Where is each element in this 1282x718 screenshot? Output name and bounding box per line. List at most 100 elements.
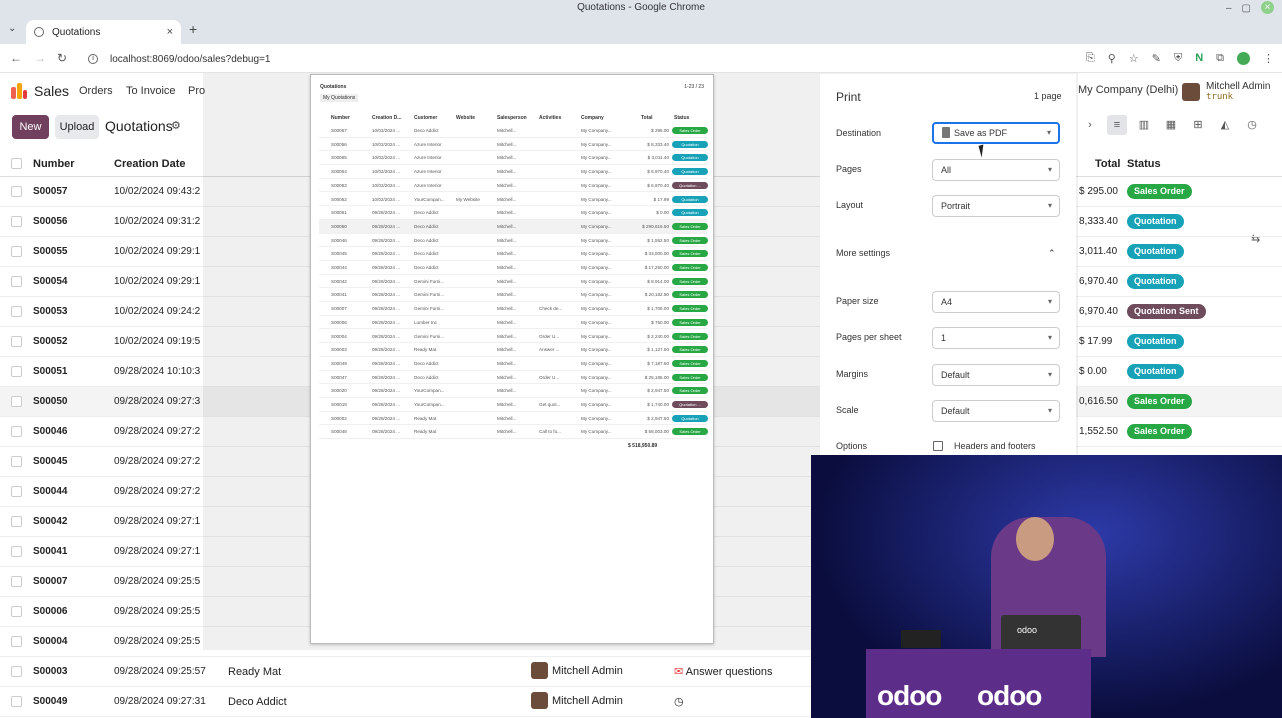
row-checkbox[interactable] bbox=[11, 456, 22, 467]
list-view-icon[interactable]: ≡ bbox=[1107, 115, 1127, 135]
order-number: S00003 bbox=[33, 666, 68, 677]
row-checkbox[interactable] bbox=[11, 336, 22, 347]
row-checkbox[interactable] bbox=[11, 666, 22, 677]
preview-total: $ 25,185.00 bbox=[644, 374, 669, 380]
row-checkbox[interactable] bbox=[11, 486, 22, 497]
preview-cell: S00048 bbox=[331, 429, 347, 435]
preview-row: S00047 09/28/2024 ... Deco Addict Mitchell.… bbox=[319, 371, 708, 385]
chevron-up-icon[interactable]: ⌃ bbox=[1048, 248, 1056, 259]
row-checkbox[interactable] bbox=[11, 516, 22, 527]
print-preview-page: Quotations 1-23 / 23 My Quotations Numbe… bbox=[310, 74, 714, 644]
preview-row: S00051 09/28/2024 ... Deco Addict Mitchell.… bbox=[319, 206, 708, 220]
row-checkbox[interactable] bbox=[11, 306, 22, 317]
shield-icon[interactable]: ⛨ bbox=[1174, 52, 1182, 65]
column-number[interactable]: Number bbox=[33, 158, 75, 170]
row-checkbox[interactable] bbox=[11, 426, 22, 437]
address-bar[interactable]: i localhost:8069/odoo/sales?debug=1 bbox=[80, 48, 1100, 70]
pivot-view-icon[interactable]: ⊞ bbox=[1188, 115, 1208, 135]
column-total[interactable]: Total bbox=[1095, 158, 1120, 170]
activity[interactable]: ✉ Answer questions bbox=[674, 665, 773, 678]
row-checkbox[interactable] bbox=[11, 276, 22, 287]
preview-cell: S00004 bbox=[331, 333, 347, 339]
back-icon[interactable]: ← bbox=[10, 51, 22, 65]
more-settings-toggle[interactable]: More settings bbox=[836, 248, 890, 258]
layout-select[interactable]: Portrait bbox=[932, 195, 1060, 217]
scale-select[interactable]: Default bbox=[932, 400, 1060, 422]
preview-total: $ 750.00 bbox=[651, 319, 669, 325]
gear-icon[interactable]: ⚙ bbox=[171, 119, 181, 132]
preview-cell: Mitchell... bbox=[497, 237, 517, 243]
calendar-view-icon[interactable]: ▦ bbox=[1161, 115, 1181, 135]
menu-to-invoice[interactable]: To Invoice bbox=[126, 85, 176, 97]
graph-view-icon[interactable]: ◭ bbox=[1215, 115, 1235, 135]
clock-icon[interactable]: ◷ bbox=[674, 695, 684, 708]
menu-orders[interactable]: Orders bbox=[79, 85, 113, 97]
creation-date: 09/28/2024 09:27:2 bbox=[114, 456, 201, 467]
preview-cell: My Company... bbox=[581, 210, 612, 216]
tab-search-icon[interactable]: ⌄ bbox=[8, 23, 16, 34]
headers-footers-label[interactable]: Headers and footers bbox=[954, 441, 1036, 451]
row-checkbox[interactable] bbox=[11, 216, 22, 227]
headers-footers-checkbox[interactable] bbox=[933, 441, 943, 451]
row-checkbox[interactable] bbox=[11, 246, 22, 257]
sales-app-icon[interactable] bbox=[11, 83, 27, 99]
row-checkbox[interactable] bbox=[11, 636, 22, 647]
preview-cell: 10/02/2024 ... bbox=[372, 128, 401, 133]
preview-total: $ 17,250.00 bbox=[644, 265, 669, 270]
browser-tab[interactable]: Quotations × bbox=[26, 20, 181, 44]
preview-status-badge: Sales Order bbox=[672, 250, 708, 258]
preview-row: S00057 10/02/2024 ... Deco Addict Mitchell.… bbox=[319, 124, 708, 138]
preview-cell: My Website bbox=[456, 196, 480, 202]
app-name[interactable]: Sales bbox=[34, 83, 69, 99]
preview-cell: Deco Addict bbox=[414, 223, 439, 229]
preview-total: $ 1,127.50 bbox=[647, 347, 669, 353]
bookmark-star-icon[interactable]: ☆ bbox=[1129, 52, 1139, 65]
reload-icon[interactable]: ↻ bbox=[57, 51, 67, 65]
install-icon[interactable]: ⎘ bbox=[1086, 52, 1095, 65]
company-switcher[interactable]: My Company (Delhi) bbox=[1078, 84, 1178, 96]
creation-date: 09/28/2024 09:25:57 bbox=[114, 666, 206, 677]
select-all-checkbox[interactable] bbox=[11, 158, 22, 169]
column-creation-date[interactable]: Creation Date bbox=[114, 158, 186, 170]
preview-cell: Mitchell... bbox=[497, 347, 517, 353]
forward-icon[interactable]: → bbox=[34, 51, 46, 65]
preview-row: S00002 09/28/2024 ... Ready Mat Mitchell...… bbox=[319, 412, 708, 426]
maximize-icon[interactable]: ▢ bbox=[1242, 1, 1251, 17]
row-checkbox[interactable] bbox=[11, 546, 22, 557]
activity-view-icon[interactable]: ◷ bbox=[1242, 115, 1262, 135]
row-checkbox[interactable] bbox=[11, 366, 22, 377]
n-extension-icon[interactable]: N bbox=[1195, 52, 1203, 65]
column-status[interactable]: Status bbox=[1127, 158, 1161, 170]
close-window-icon[interactable]: × bbox=[1261, 1, 1274, 14]
new-tab-icon[interactable]: + bbox=[189, 21, 197, 37]
pages-per-sheet-select[interactable]: 1 bbox=[932, 327, 1060, 349]
preview-total: $ 3,011.40 bbox=[647, 155, 669, 161]
minimize-icon[interactable]: – bbox=[1226, 1, 1232, 17]
site-info-icon[interactable]: i bbox=[88, 54, 98, 64]
next-page-icon[interactable]: › bbox=[1080, 115, 1100, 135]
margins-select[interactable]: Default bbox=[932, 364, 1060, 386]
user-menu[interactable]: Mitchell Admin trunk bbox=[1182, 81, 1274, 105]
zoom-icon[interactable]: ⚲ bbox=[1108, 52, 1116, 65]
row-checkbox[interactable] bbox=[11, 696, 22, 707]
preview-row: S00055 10/02/2024 ... Azure Interior Mitche… bbox=[319, 151, 708, 166]
new-button[interactable]: New bbox=[12, 115, 49, 139]
row-checkbox[interactable] bbox=[11, 606, 22, 617]
pages-select[interactable]: All bbox=[932, 159, 1060, 181]
row-checkbox[interactable] bbox=[11, 396, 22, 407]
paper-size-select[interactable]: A4 bbox=[932, 291, 1060, 313]
preview-row: S00041 09/28/2024 ... Gemini Furni... Mitch… bbox=[319, 288, 708, 303]
row-checkbox[interactable] bbox=[11, 576, 22, 587]
kebab-menu-icon[interactable]: ⋮ bbox=[1263, 52, 1274, 65]
profile-avatar-icon[interactable] bbox=[1237, 52, 1250, 65]
upload-button[interactable]: Upload bbox=[55, 115, 99, 139]
pdf-file-icon bbox=[942, 127, 950, 138]
destination-select[interactable]: Save as PDF bbox=[932, 122, 1060, 144]
puzzle-icon[interactable]: ⧉ bbox=[1216, 52, 1224, 65]
preview-cell: Gemini Furni... bbox=[414, 333, 445, 339]
extension-leaf-icon[interactable]: ✎ bbox=[1152, 52, 1161, 65]
order-number: S00042 bbox=[33, 516, 68, 527]
kanban-view-icon[interactable]: ▥ bbox=[1134, 115, 1154, 135]
row-checkbox[interactable] bbox=[11, 186, 22, 197]
close-tab-icon[interactable]: × bbox=[167, 26, 173, 38]
